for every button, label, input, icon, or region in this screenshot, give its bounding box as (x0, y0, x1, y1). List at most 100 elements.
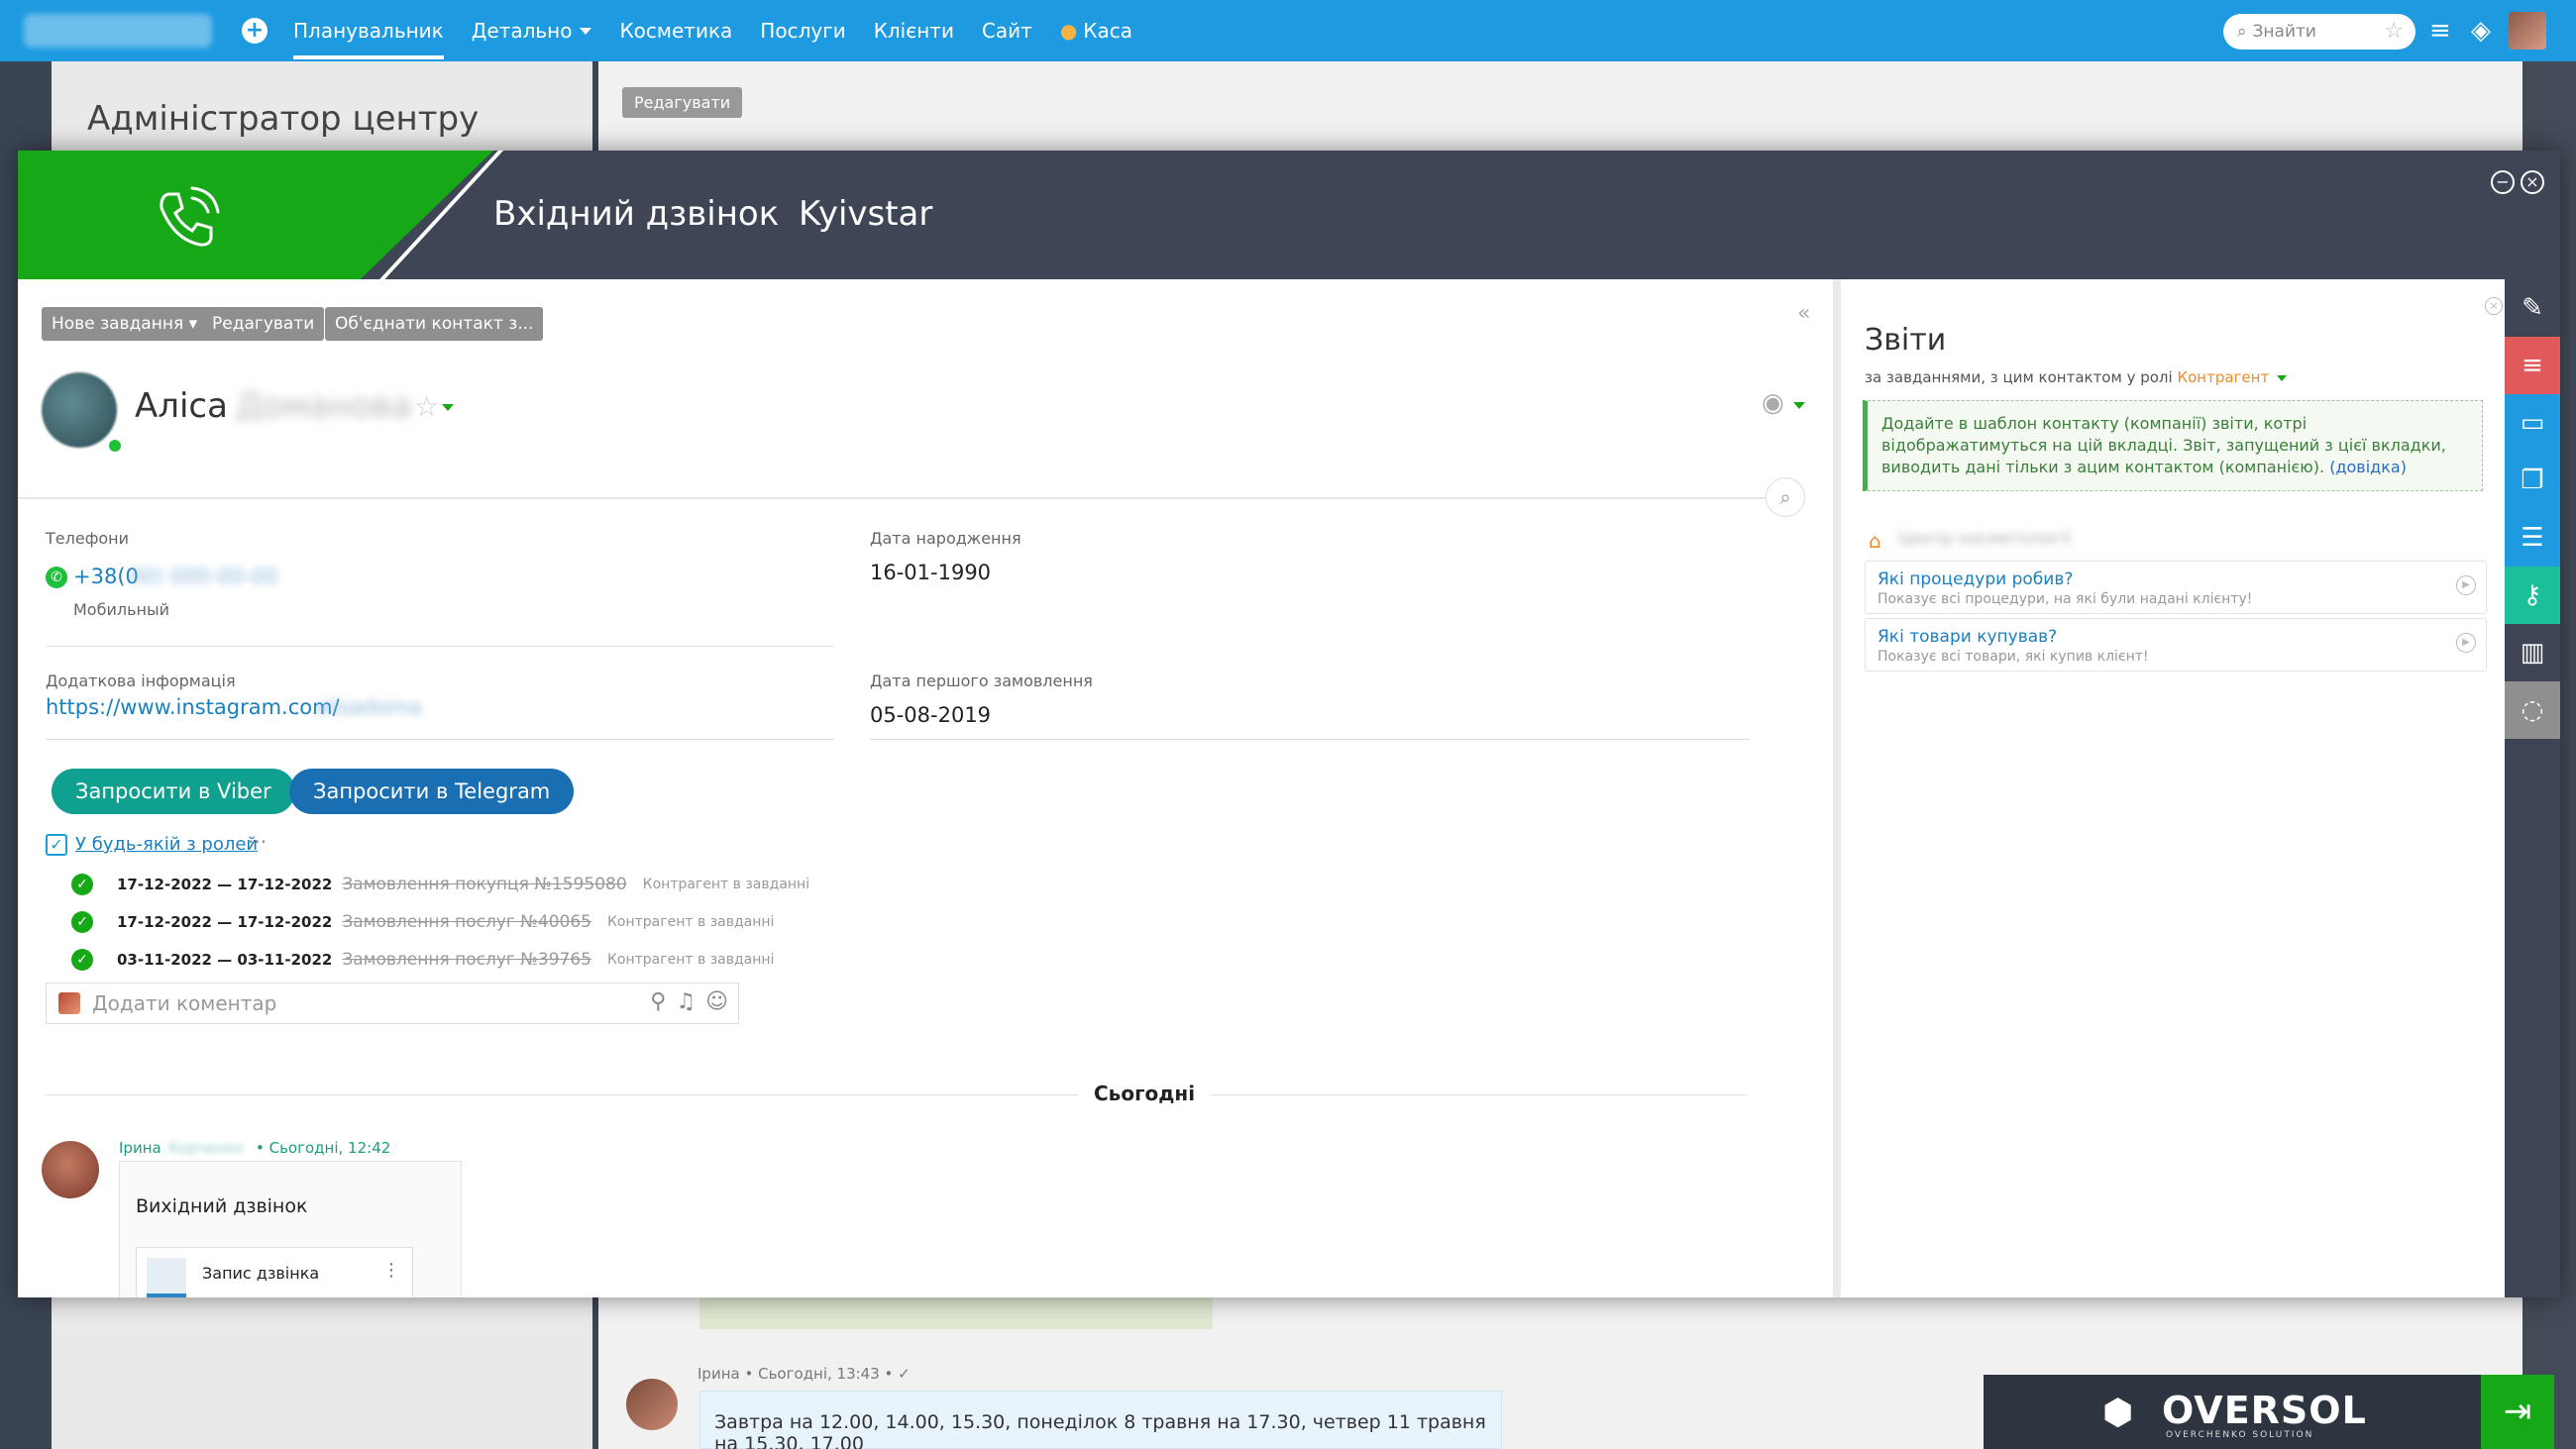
play-icon[interactable]: ▶ (2456, 575, 2476, 595)
roles-filter-link[interactable]: У будь-якій з ролей (75, 834, 258, 855)
nav-item-planner[interactable]: Планувальник (293, 0, 444, 61)
reports-title: Звіти (1865, 323, 1947, 358)
first-order-value: 05-08-2019 (870, 703, 992, 727)
documents-icon[interactable]: ❐ (2505, 452, 2560, 509)
report-item[interactable]: Які процедури робив? Показує всі процеду… (1865, 561, 2487, 614)
global-search-input[interactable]: ⌕ Знайти ☆ (2223, 14, 2415, 50)
app-logo[interactable] (24, 14, 212, 48)
invite-viber-button[interactable]: Запросити в Viber (52, 769, 295, 814)
instagram-link-hidden: alisadoma (315, 695, 422, 719)
bell-icon[interactable]: ♫ (676, 989, 696, 1014)
birthday-value: 16-01-1990 (870, 561, 992, 584)
collapse-icon[interactable]: « (1797, 301, 1810, 326)
close-icon[interactable]: × (2485, 297, 2503, 315)
favorite-star-icon[interactable]: ☆ (414, 390, 439, 423)
call-header: Вхідний дзвінок Kyivstar − × (18, 151, 2560, 279)
attach-icon[interactable]: ⚲ (650, 989, 666, 1014)
layers-icon[interactable]: ◈ (2471, 16, 2491, 46)
role-selector[interactable]: Контрагент (2177, 368, 2269, 386)
feed-author[interactable]: Ірина (119, 1139, 161, 1157)
search-icon: ⌕ (2237, 22, 2247, 42)
help-link[interactable]: (довідка) (2329, 458, 2407, 476)
phone-ringing-icon (160, 186, 220, 247)
nav-item-services[interactable]: Послуги (760, 0, 845, 61)
edit-icon[interactable]: ✎ (2505, 279, 2560, 337)
task-row[interactable]: ✓ 17-12-2022 — 17-12-2022 Замовлення пос… (71, 909, 774, 935)
task-row[interactable]: ✓ 03-11-2022 — 03-11-2022 Замовлення пос… (71, 947, 774, 973)
brand-banner: ⬢ OVERSOL OVERCHENKO SOLUTION (1984, 1375, 2481, 1449)
divider (18, 497, 1781, 499)
minimize-icon[interactable]: − (2491, 170, 2515, 194)
report-item[interactable]: Які товари купував? Показує всі товари, … (1865, 618, 2487, 672)
merge-contact-button[interactable]: Об'єднати контакт з... (325, 307, 544, 341)
avatar (42, 1141, 99, 1198)
nav-item-detail[interactable]: Детально (472, 0, 592, 61)
close-icon[interactable]: × (2521, 170, 2544, 194)
first-order-label: Дата першого замовлення (870, 672, 1093, 690)
call-title: Вхідний дзвінок (493, 194, 780, 234)
star-icon[interactable]: ☆ (2384, 19, 2404, 44)
background-edit-button[interactable]: Редагувати (622, 87, 743, 118)
instagram-link[interactable]: https://www.instagram.com/ (46, 695, 340, 719)
contact-panel: Нове завдання ▾ Редагувати Об'єднати кон… (18, 279, 1833, 1297)
comment-input[interactable]: Додати коментар ⚲ ♫ ☺ (46, 983, 739, 1024)
chevron-down-icon[interactable] (1793, 402, 1805, 409)
check-circle-icon: ✓ (71, 949, 93, 971)
play-icon[interactable]: ▶ (2456, 633, 2476, 653)
check-circle-icon: ✓ (71, 874, 93, 895)
report-group-title: Центр косметології (1898, 529, 2072, 549)
invite-telegram-button[interactable]: Запросити в Telegram (289, 769, 575, 814)
panel-divider (1833, 279, 1841, 1297)
chevron-down-icon[interactable] (2277, 374, 2288, 381)
nav-item-clients[interactable]: Клієнти (874, 0, 954, 61)
more-icon[interactable]: ⋮ (382, 1260, 400, 1281)
list-icon[interactable]: ≡ (2505, 337, 2560, 394)
chart-icon[interactable]: ▥ (2505, 624, 2560, 681)
background-chat-author: Ірина • Сьогодні, 13:43 • ✓ (698, 1365, 911, 1383)
call-recording[interactable]: Запис дзвінка ⋮ (136, 1247, 413, 1297)
chevron-down-icon[interactable] (442, 404, 454, 411)
emoji-icon[interactable]: ☺ (705, 989, 728, 1014)
whatsapp-icon[interactable]: ✆ (46, 567, 67, 588)
nav-item-cashbox[interactable]: ● Каса (1060, 0, 1132, 61)
nav-item-cosmetics[interactable]: Косметика (619, 0, 732, 61)
eye-icon[interactable]: ◉ (1762, 388, 1784, 418)
date-separator: Сьогодні (1078, 1082, 1212, 1105)
add-icon[interactable]: + (242, 18, 268, 44)
folder-icon[interactable]: ▭ (2505, 394, 2560, 452)
field-underline (46, 646, 834, 647)
logout-icon[interactable]: ⇥ (2481, 1375, 2554, 1449)
call-operator: Kyivstar (799, 194, 933, 234)
task-row[interactable]: ✓ 17-12-2022 — 17-12-2022 Замовлення пок… (71, 872, 809, 897)
background-page-title: Адміністратор центру (87, 99, 480, 139)
home-icon: ⌂ (1869, 529, 1881, 553)
brand-name: OVERSOL (2162, 1389, 2367, 1432)
key-icon[interactable]: ⚷ (2505, 567, 2560, 624)
clipboard-icon[interactable]: ☰ (2505, 509, 2560, 567)
divider (46, 1094, 1746, 1095)
edit-button[interactable]: Редагувати (202, 307, 325, 341)
more-icon[interactable]: ··· (248, 830, 267, 854)
search-icon[interactable]: ⌕ (1766, 477, 1805, 517)
extra-info-label: Додаткова інформація (46, 672, 236, 690)
call-status-banner (18, 151, 493, 279)
user-avatar[interactable] (2509, 12, 2546, 50)
online-status-icon (107, 438, 123, 454)
checkbox-icon[interactable]: ✓ (46, 834, 67, 856)
incoming-call-modal: Вхідний дзвінок Kyivstar − × Нове завдан… (18, 151, 2560, 1297)
brand-logo-icon: ⬢ (2102, 1393, 2134, 1433)
reports-subtitle: за завданнями, з цим контактом у ролі Ко… (1865, 368, 2288, 386)
chat-icon[interactable]: ◌ (2505, 681, 2560, 739)
phone-number-hidden: 00) 000-00-00 (129, 565, 278, 588)
nav-item-site[interactable]: Сайт (982, 0, 1032, 61)
menu-icon[interactable]: ≡ (2429, 16, 2451, 46)
background-chat-message: Завтра на 12.00, 14.00, 15.30, понеділок… (699, 1391, 1502, 1449)
feed-author-hidden: Корченко (168, 1139, 244, 1157)
top-navbar: + Планувальник Детально Косметика Послуг… (0, 0, 2576, 61)
birthday-label: Дата народження (870, 529, 1021, 548)
contact-avatar (42, 372, 117, 448)
new-task-button[interactable]: Нове завдання ▾ (42, 307, 208, 341)
avatar (58, 992, 80, 1014)
money-bag-icon: ● (1059, 19, 1078, 43)
contact-last-name: Доманова (236, 386, 412, 426)
